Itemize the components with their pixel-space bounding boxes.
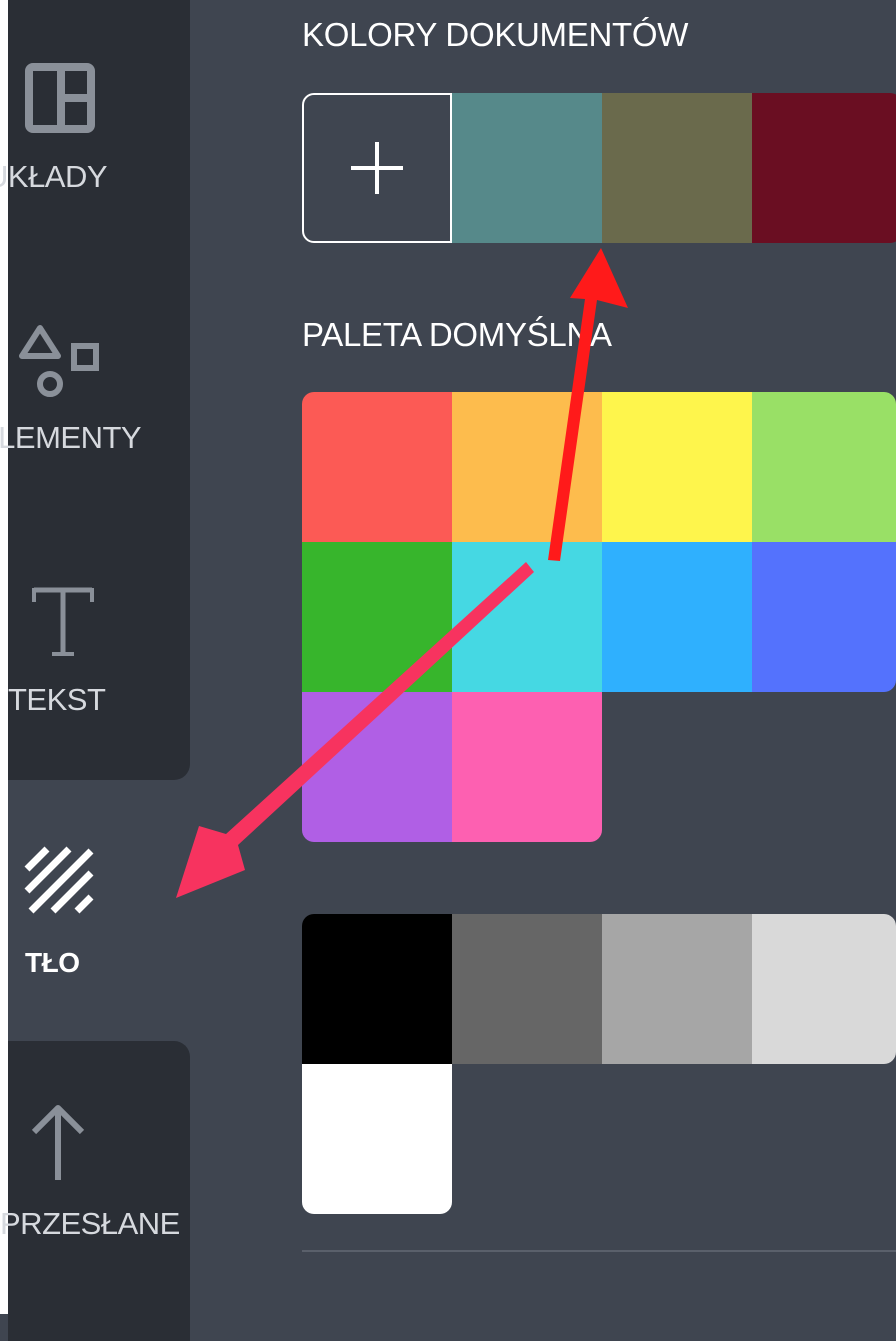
shapes-icon [19, 325, 99, 397]
palette-color-swatch[interactable] [302, 692, 452, 842]
palette-color-swatch[interactable] [452, 392, 602, 542]
palette-color-swatch[interactable] [302, 542, 452, 692]
section-divider [302, 1250, 896, 1252]
sidebar-item-label: TŁO [25, 947, 80, 978]
palette-color-swatch[interactable] [602, 542, 752, 692]
layout-icon [25, 63, 95, 133]
document-color-swatch[interactable] [752, 93, 896, 243]
palette-color-swatch[interactable] [752, 392, 896, 542]
background-stripes-icon [24, 846, 94, 914]
sidebar-item-label: UKŁADY [0, 159, 108, 194]
plus-icon [351, 142, 403, 194]
sidebar-item-background[interactable]: TŁO [8, 845, 190, 995]
palette-color-swatch[interactable] [602, 392, 752, 542]
sidebar-item-elements[interactable]: ELEMENTY [0, 315, 190, 475]
left-edge-strip [0, 0, 8, 1314]
document-colors-title: KOLORY DOKUMENTÓW [302, 16, 689, 53]
grayscale-color-swatch[interactable] [302, 914, 452, 1064]
palette-color-swatch[interactable] [452, 542, 602, 692]
grayscale-color-swatch[interactable] [452, 914, 602, 1064]
add-document-color-button[interactable] [302, 93, 452, 243]
document-color-swatch[interactable] [452, 93, 602, 243]
grayscale-color-swatch[interactable] [302, 1064, 452, 1214]
palette-color-swatch[interactable] [452, 692, 602, 842]
sidebar-item-layouts[interactable]: UKŁADY [0, 55, 190, 215]
sidebar-item-label: ELEMENTY [0, 420, 142, 455]
palette-color-swatch[interactable] [302, 392, 452, 542]
upload-arrow-icon [31, 1105, 85, 1180]
sidebar-item-text[interactable]: TEKST [8, 582, 190, 742]
palette-color-swatch[interactable] [752, 542, 896, 692]
sidebar-item-uploads[interactable]: PRZESŁANE [0, 1100, 190, 1260]
grayscale-color-swatch[interactable] [602, 914, 752, 1064]
sidebar-item-label: PRZESŁANE [0, 1206, 180, 1241]
grayscale-color-swatch[interactable] [752, 914, 896, 1064]
default-palette-title: PALETA DOMYŚLNA [302, 316, 612, 353]
document-color-swatch[interactable] [602, 93, 752, 243]
sidebar-item-label: TEKST [8, 682, 106, 717]
text-icon [32, 587, 94, 656]
